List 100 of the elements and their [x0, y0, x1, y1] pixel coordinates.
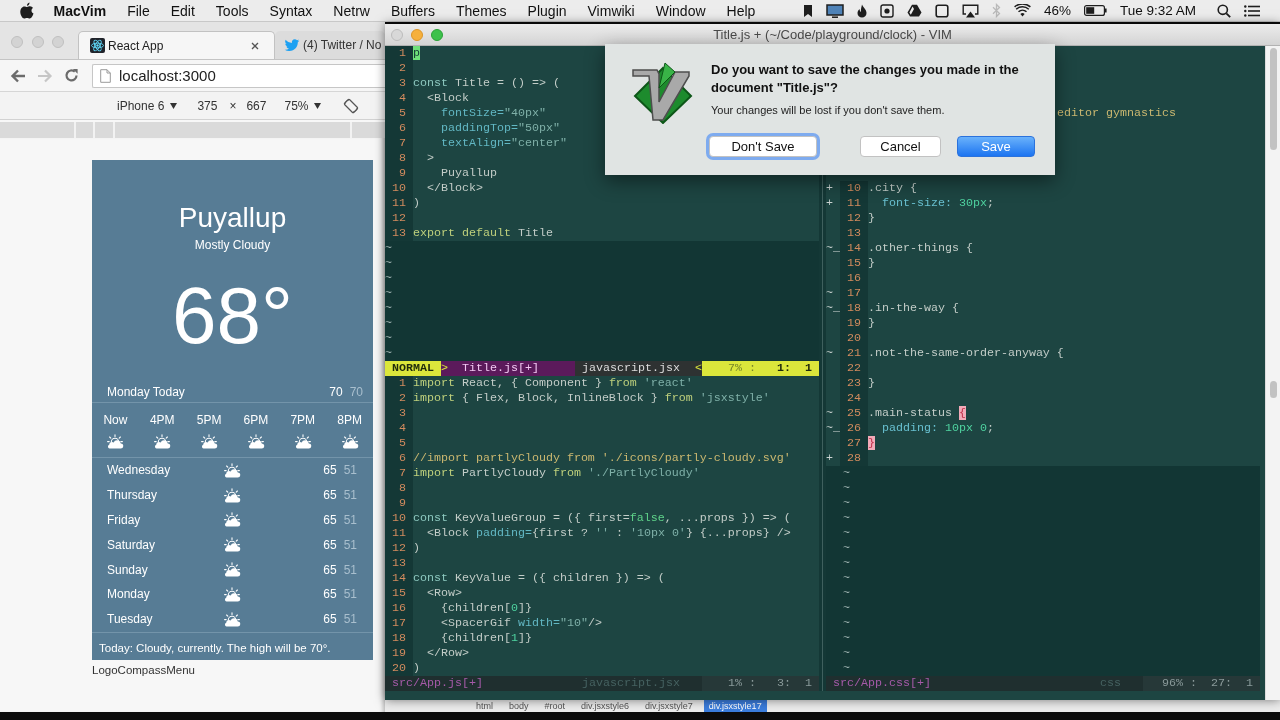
- status-position: 1: 1: [765, 361, 819, 376]
- browser-tab[interactable]: (4) Twitter / No: [275, 31, 385, 59]
- empty-line-marker: ~: [385, 346, 392, 361]
- dialog-message: Your changes will be lost if you don't save them.: [711, 103, 945, 117]
- low-temperature: 51: [343, 513, 357, 527]
- menu-item[interactable]: Netrw: [322, 0, 381, 21]
- line-number: 5: [399, 106, 406, 120]
- city-name: Puyallup: [178, 202, 287, 234]
- menu-item[interactable]: File: [116, 0, 161, 21]
- code-line: <Row>: [426, 586, 462, 600]
- code-line: editor gymnastics: [1057, 106, 1176, 120]
- scrollbar-thumb[interactable]: [1269, 48, 1277, 150]
- close-icon[interactable]: [251, 41, 259, 50]
- record-icon[interactable]: [879, 3, 894, 18]
- dialog-title: Do you want to save the changes you made in the document "Title.js"?: [711, 61, 1020, 97]
- git-sign: ~_: [826, 421, 840, 435]
- menu-item[interactable]: Plugin: [517, 0, 578, 21]
- day-name: Sunday: [107, 562, 149, 577]
- line-number: 26: [847, 421, 861, 435]
- breadcrumb-item[interactable]: div.jsxstyle17: [703, 700, 767, 712]
- code-line: .other-things {: [868, 241, 973, 255]
- status-percent: 96% :: [1143, 676, 1206, 691]
- dialog-button[interactable]: Don't Save: [709, 136, 817, 157]
- menu-item[interactable]: Help: [716, 0, 766, 21]
- high-temperature: 65: [323, 587, 337, 602]
- device-select[interactable]: iPhone 6: [117, 98, 178, 113]
- bookmark-icon[interactable]: [802, 3, 813, 18]
- partly-cloudy-icon: [246, 434, 265, 449]
- line-number: 23: [847, 376, 861, 390]
- flame-icon[interactable]: [856, 3, 867, 18]
- menu-item[interactable]: Syntax: [259, 0, 323, 21]
- status-separator: <: [695, 361, 702, 376]
- monitor-icon[interactable]: [825, 3, 844, 18]
- line-number: 15: [847, 256, 861, 270]
- scrollbar-thumb[interactable]: [1269, 381, 1277, 398]
- high-temperature: 65: [323, 463, 337, 478]
- low-temperature: 51: [343, 612, 357, 627]
- back-arrow-icon[interactable]: [10, 68, 26, 83]
- line-number: 11: [847, 196, 861, 210]
- menu-item[interactable]: Tools: [205, 0, 260, 21]
- line-number: 15: [392, 586, 406, 600]
- code-line: .not-the-same-order-anyway {: [868, 346, 1064, 360]
- line-number: 19: [392, 646, 406, 660]
- partly-cloudy-icon: [223, 512, 241, 528]
- app-menu[interactable]: MacVim: [43, 0, 117, 21]
- menu-item[interactable]: Window: [645, 0, 717, 21]
- line-number: 10: [847, 181, 861, 195]
- code-line: import { Flex, Block, InlineBlock } from 'jsxstyle': [413, 391, 770, 405]
- line-number: 13: [392, 226, 406, 240]
- mode-indicator: NORMAL: [385, 361, 441, 376]
- square-icon[interactable]: [934, 3, 949, 18]
- empty-line-marker: ~: [843, 466, 850, 481]
- empty-line-marker: ~: [385, 331, 392, 346]
- maximize-button[interactable]: [431, 28, 443, 41]
- clock[interactable]: Tue 9:32 AM: [1119, 3, 1196, 18]
- reload-icon[interactable]: [64, 68, 79, 83]
- apple-icon[interactable]: [20, 2, 34, 19]
- code-line: }: [868, 376, 875, 390]
- low-temperature: 51: [343, 537, 357, 552]
- dialog-button[interactable]: Cancel: [860, 136, 941, 157]
- rotate-icon[interactable]: [343, 97, 360, 114]
- breadcrumb-item[interactable]: html: [471, 700, 498, 712]
- screen-arrow-icon[interactable]: [961, 3, 979, 18]
- caret-icon: [170, 102, 178, 109]
- code-line: {children[0]}: [439, 601, 532, 615]
- empty-line-marker: ~: [385, 256, 392, 271]
- zoom-select[interactable]: 75%: [284, 98, 322, 113]
- scrollbar[interactable]: [1265, 46, 1280, 700]
- breadcrumb-item[interactable]: div.jsxstyle6: [576, 700, 634, 712]
- breadcrumb-item[interactable]: div.jsxstyle7: [639, 700, 698, 712]
- menu-item[interactable]: Vimwiki: [577, 0, 646, 21]
- line-number: 11: [392, 196, 406, 210]
- list-icon[interactable]: [1244, 4, 1260, 17]
- battery-icon[interactable]: [1083, 5, 1107, 16]
- wifi-icon[interactable]: [1013, 4, 1031, 17]
- day-name: Monday: [107, 587, 151, 602]
- menu-item[interactable]: Buffers: [380, 0, 446, 21]
- code-line: ): [413, 196, 420, 210]
- line-number: 25: [847, 406, 861, 420]
- breadcrumb-item[interactable]: body: [504, 700, 534, 712]
- weather-condition: Mostly Cloudy: [194, 238, 271, 252]
- line-number: 3: [399, 406, 406, 420]
- menu-item[interactable]: Themes: [445, 0, 518, 21]
- forecast-summary: Today: Cloudy, currently. The high will be 70°.: [98, 640, 331, 655]
- browser-tab[interactable]: React App: [78, 31, 275, 59]
- code-line: const KeyValueGroup = ({ first=false, ...props }) => (: [413, 511, 791, 525]
- triangle-icon[interactable]: [906, 4, 922, 17]
- breadcrumb-item[interactable]: #root: [539, 700, 571, 712]
- hour-label: 4PM: [149, 413, 175, 427]
- line-number: 17: [847, 286, 861, 300]
- address-field[interactable]: localhost:3000: [92, 63, 385, 88]
- menu-item[interactable]: Edit: [160, 0, 206, 21]
- page-icon: [100, 68, 111, 83]
- line-number: 18: [847, 301, 861, 315]
- git-sign: ~: [826, 346, 833, 360]
- footer-text: LogoCompassMenu: [92, 664, 195, 676]
- width-field[interactable]: 375: [197, 98, 218, 113]
- height-field[interactable]: 667: [246, 98, 267, 113]
- search-icon[interactable]: [1217, 3, 1231, 18]
- line-number: 8: [399, 151, 406, 165]
